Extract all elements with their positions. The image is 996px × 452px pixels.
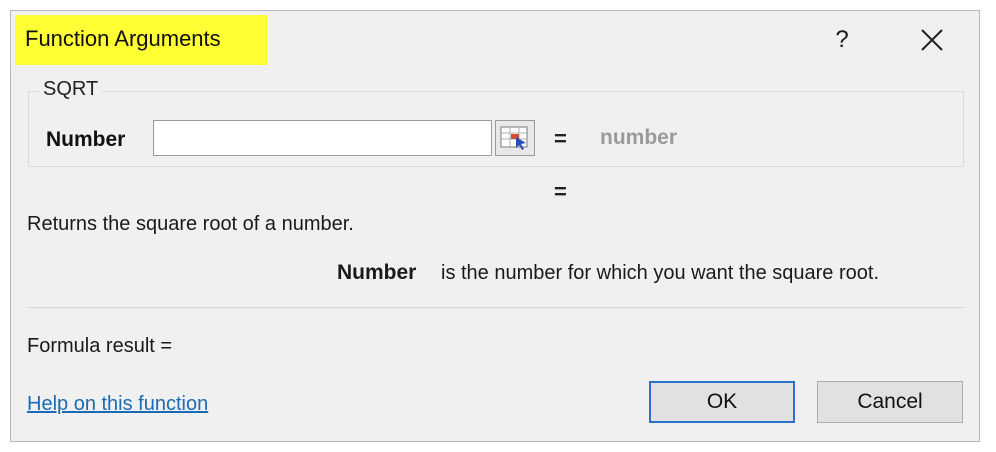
cancel-button[interactable]: Cancel [817,381,963,423]
close-icon [921,29,943,51]
formula-result-label: Formula result = [27,335,173,357]
divider [28,307,964,308]
function-equals-sign: = [554,179,567,204]
title-bar: Function Arguments ? [11,11,979,67]
argument-help-name: Number [337,261,417,284]
help-button[interactable]: ? [817,19,867,61]
argument-value-preview: number [600,126,678,149]
function-name-label: SQRT [39,78,103,101]
function-arguments-dialog: Function Arguments ? SQRT Number = numbe… [10,10,980,442]
argument-help-text: is the number for which you want the squ… [441,262,880,284]
argument-label: Number [46,128,126,151]
function-description: Returns the square root of a number. [27,213,354,235]
function-group-box: SQRT Number = number [28,78,964,167]
dialog-title: Function Arguments [25,26,221,51]
ok-button[interactable]: OK [649,381,795,423]
range-selector-icon [500,126,528,150]
close-button[interactable] [907,19,957,61]
argument-equals-sign: = [554,126,567,151]
range-selector-button[interactable] [495,120,535,156]
number-argument-input[interactable] [153,120,492,156]
help-on-function-link[interactable]: Help on this function [27,393,208,416]
